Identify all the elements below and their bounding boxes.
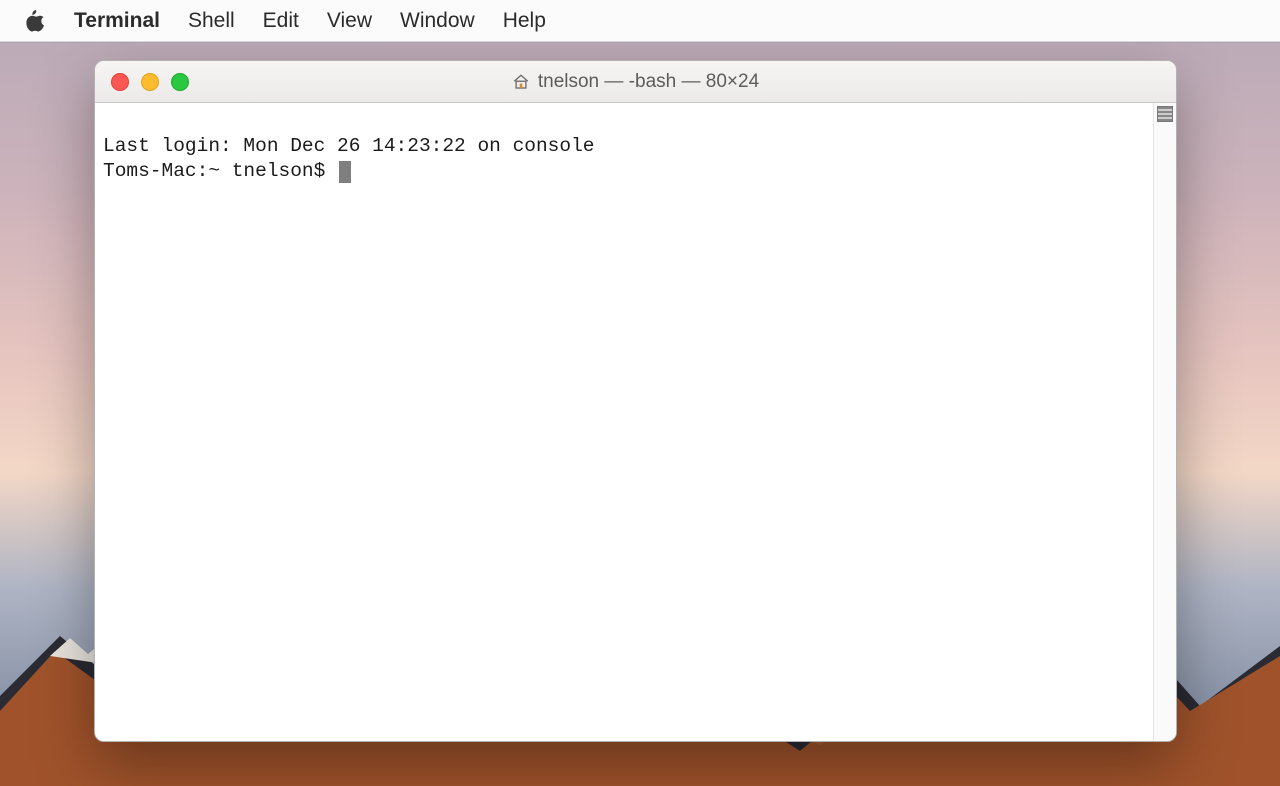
window-title: tnelson — -bash — 80×24 — [95, 71, 1176, 93]
menu-view[interactable]: View — [327, 9, 372, 33]
terminal-prompt: Toms-Mac:~ tnelson$ — [103, 159, 337, 184]
terminal-last-login: Last login: Mon Dec 26 14:23:22 on conso… — [103, 135, 594, 157]
close-button[interactable] — [111, 73, 129, 91]
terminal-body: Last login: Mon Dec 26 14:23:22 on conso… — [95, 103, 1176, 741]
terminal-cursor — [339, 161, 351, 183]
menu-help[interactable]: Help — [503, 9, 546, 33]
menu-bar: Terminal Shell Edit View Window Help — [0, 0, 1280, 42]
menu-app-name[interactable]: Terminal — [74, 9, 160, 33]
scroll-position-icon — [1157, 106, 1173, 122]
terminal-window: tnelson — -bash — 80×24 Last login: Mon … — [94, 60, 1177, 742]
menu-edit[interactable]: Edit — [263, 9, 299, 33]
minimize-button[interactable] — [141, 73, 159, 91]
menu-window[interactable]: Window — [400, 9, 475, 33]
traffic-lights — [95, 73, 189, 91]
window-title-text: tnelson — -bash — 80×24 — [538, 71, 759, 93]
home-icon — [512, 73, 530, 91]
terminal-content[interactable]: Last login: Mon Dec 26 14:23:22 on conso… — [95, 103, 1153, 741]
apple-logo-icon[interactable] — [22, 9, 46, 33]
window-titlebar[interactable]: tnelson — -bash — 80×24 — [95, 61, 1176, 103]
menu-shell[interactable]: Shell — [188, 9, 235, 33]
zoom-button[interactable] — [171, 73, 189, 91]
scrollbar[interactable] — [1153, 103, 1176, 741]
